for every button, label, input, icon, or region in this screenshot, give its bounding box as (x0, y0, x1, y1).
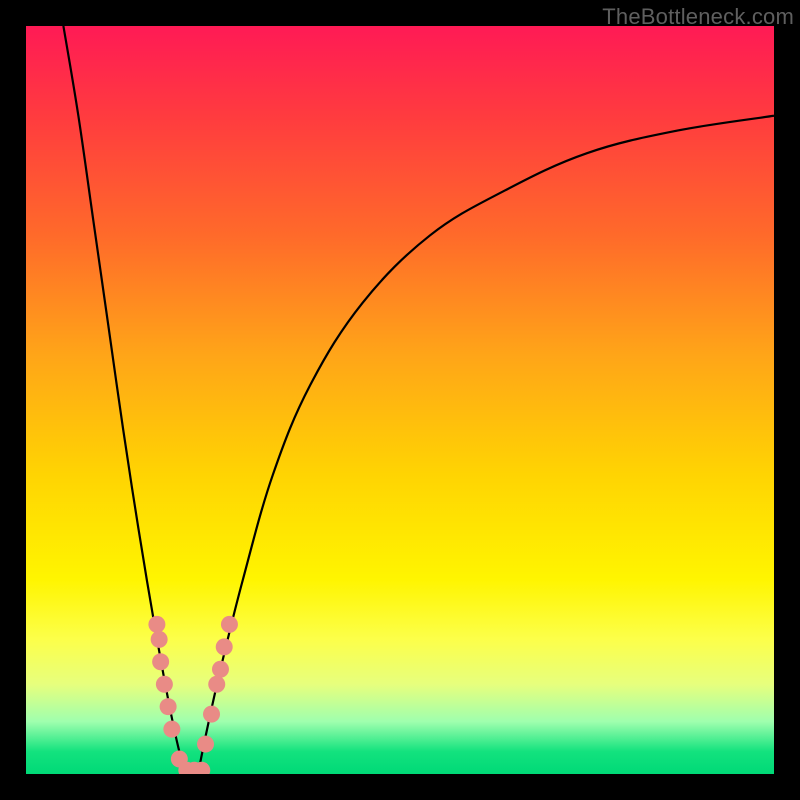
markers-group (148, 616, 238, 774)
marker-dot (203, 706, 220, 723)
curves-layer (26, 26, 774, 774)
marker-dot (160, 698, 177, 715)
marker-dot (221, 616, 238, 633)
marker-dot (212, 661, 229, 678)
marker-dot (151, 631, 168, 648)
watermark-text: TheBottleneck.com (602, 4, 794, 30)
plot-area (26, 26, 774, 774)
marker-dot (148, 616, 165, 633)
marker-dot (208, 676, 225, 693)
marker-dot (163, 721, 180, 738)
marker-dot (152, 653, 169, 670)
chart-frame: TheBottleneck.com (0, 0, 800, 800)
marker-dot (197, 736, 214, 753)
marker-dot (216, 638, 233, 655)
right-branch-curve (198, 116, 774, 774)
marker-dot (156, 676, 173, 693)
